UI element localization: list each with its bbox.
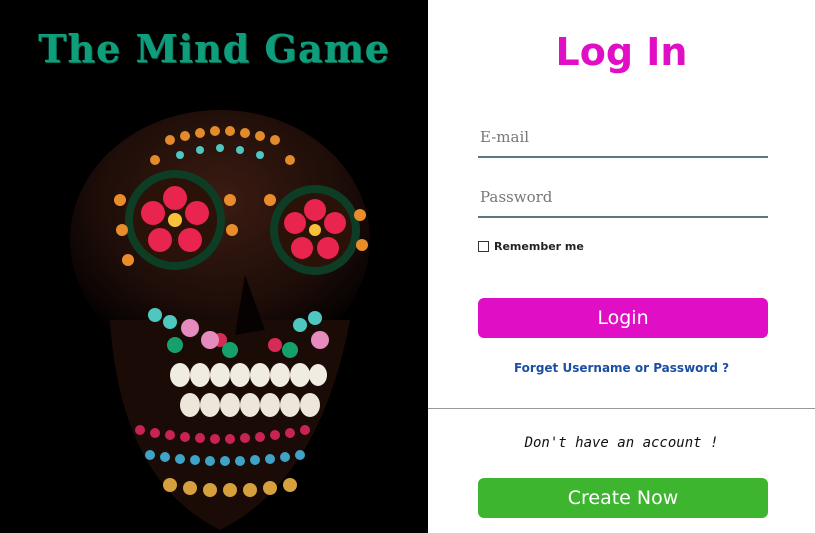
create-account-button[interactable]: Create Now [478,478,768,518]
login-button[interactable]: Login [478,298,768,338]
remember-label: Remember me [494,240,584,253]
login-title: Log In [555,30,688,74]
no-account-prompt: Don't have an account ! [524,435,719,451]
brand-title: The Mind Game [38,26,390,71]
password-field[interactable] [478,178,768,218]
remember-checkbox[interactable] [478,241,489,252]
divider [428,408,815,409]
hero-panel: The Mind Game [0,0,428,533]
email-field[interactable] [478,118,768,158]
forgot-credentials-link[interactable]: Forget Username or Password ? [428,361,815,375]
remember-me[interactable]: Remember me [478,240,584,253]
login-panel: Log In Remember me Login Forget Username… [428,0,815,533]
decorated-skull-image [60,100,390,533]
